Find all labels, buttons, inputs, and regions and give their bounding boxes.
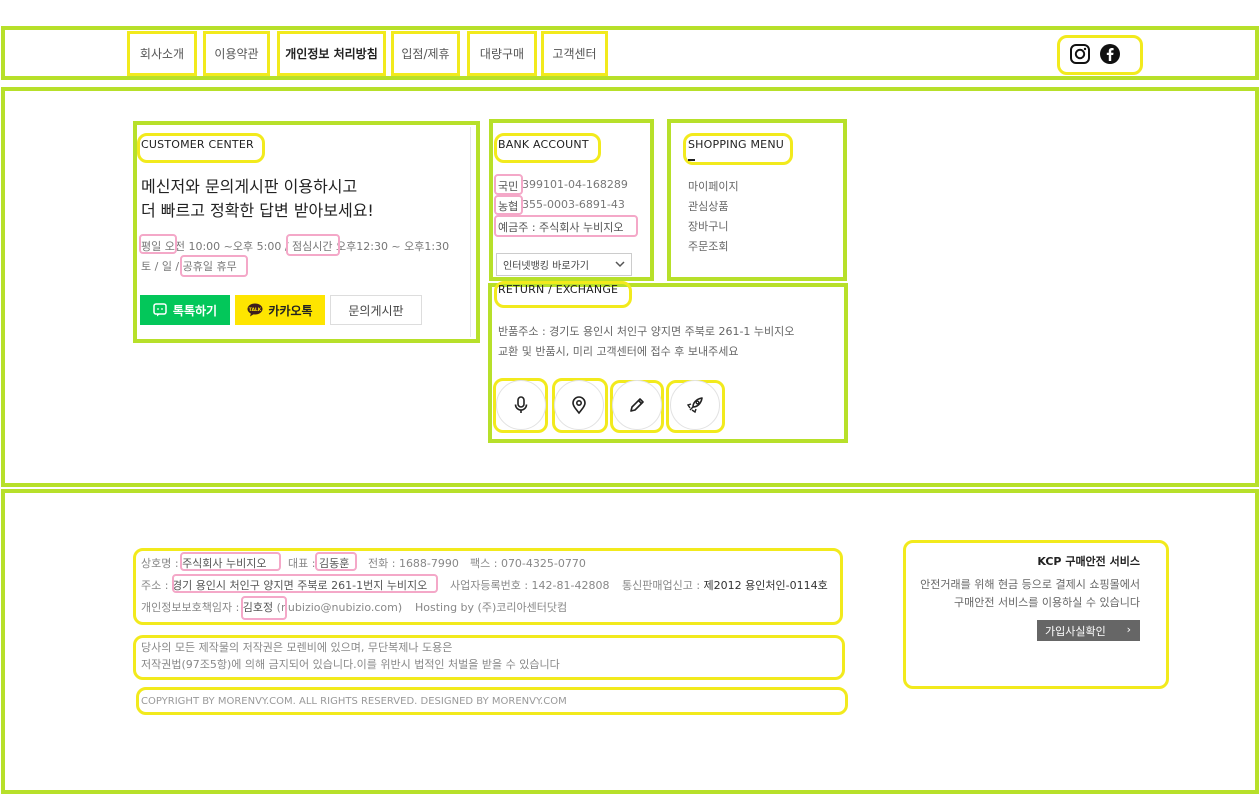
return-exchange-title: RETURN / EXCHANGE	[498, 283, 619, 296]
pencil-icon[interactable]	[612, 380, 662, 430]
internet-banking-select[interactable]: 인터넷뱅킹 바로가기	[496, 253, 632, 276]
divider	[470, 127, 471, 337]
lunch-highlight	[286, 234, 340, 256]
nav-highlight	[541, 31, 608, 76]
customer-center-title: CUSTOMER CENTER	[141, 138, 254, 151]
account-1-number: 399101-04-168289	[522, 178, 628, 191]
microphone-icon[interactable]	[496, 380, 546, 430]
privacy-label: 개인정보보호책임자 :	[141, 601, 240, 614]
nav-highlight	[277, 31, 386, 76]
talk-button-label: 톡톡하기	[172, 303, 218, 318]
privacy-highlight	[241, 596, 287, 620]
shopping-menu-title: SHOPPING MENU	[688, 138, 784, 151]
kakao-icon: TALK	[247, 303, 263, 317]
kcp-verify-button[interactable]: 가입사실확인 ›	[1037, 620, 1140, 641]
nav-highlight	[127, 31, 197, 76]
title-underline	[688, 159, 695, 161]
instagram-icon[interactable]	[1069, 43, 1091, 65]
address-label: 주소 :	[141, 579, 169, 592]
business-registration: 사업자등록번호 : 142-81-42808	[450, 579, 610, 592]
kcp-button-label: 가입사실확인	[1045, 624, 1106, 638]
copyright-notice-2: 저작권법(97조5항)에 의해 금지되어 있습니다.이를 위반시 법적인 처벌을…	[141, 658, 560, 671]
phone-number: 전화 : 1688-7990	[368, 557, 459, 570]
chevron-right-icon: ›	[1126, 623, 1131, 636]
svg-text:TALK: TALK	[249, 307, 262, 313]
account-2-number: 355-0003-6891-43	[522, 198, 625, 211]
menu-item-wishlist[interactable]: 관심상품	[688, 198, 728, 214]
hours-highlight	[139, 234, 177, 254]
chat-icon	[153, 303, 167, 317]
nav-highlight	[203, 31, 270, 76]
chevron-down-icon	[615, 259, 625, 272]
company-label: 상호명 :	[141, 557, 179, 570]
privacy-email: (nubizio@nubizio.com)	[276, 601, 403, 614]
return-notice: 교환 및 반품시, 미리 고객센터에 접수 후 보내주세요	[498, 345, 739, 358]
copyright-line: COPYRIGHT BY MORENVY.COM. ALL RIGHTS RES…	[141, 696, 567, 707]
bank-highlight	[494, 195, 523, 215]
kakaotalk-button[interactable]: TALK 카카오톡	[235, 295, 325, 325]
fax-number: 팩스 : 070-4325-0770	[470, 557, 586, 570]
copyright-notice-1: 당사의 모든 제작물의 저작권은 모렌비에 있으며, 무단복제나 도용은	[141, 641, 453, 654]
kcp-title: KCP 구매안전 서비스	[1037, 555, 1140, 568]
company-highlight	[180, 552, 281, 571]
holder-highlight	[494, 215, 638, 237]
kcp-description-2: 구매안전 서비스를 이용하실 수 있습니다	[953, 596, 1140, 609]
rocket-icon[interactable]	[670, 380, 720, 430]
holiday-highlight	[180, 255, 248, 277]
customer-center-headline-1: 메신저와 문의게시판 이용하시고	[141, 177, 358, 196]
bank-highlight	[494, 174, 523, 195]
menu-item-mypage[interactable]: 마이페이지	[688, 178, 739, 194]
kcp-description-1: 안전거래를 위해 현금 등으로 결제시 쇼핑몰에서	[920, 578, 1140, 591]
bank-account-title: BANK ACCOUNT	[498, 138, 589, 151]
nav-highlight	[467, 31, 537, 76]
facebook-icon[interactable]	[1099, 43, 1121, 65]
kakao-button-label: 카카오톡	[268, 303, 313, 318]
mail-order-number: 제2012 용인처인-0114호	[703, 579, 828, 592]
mail-order-label: 통신판매업신고 :	[622, 579, 701, 592]
mail-order-row: 통신판매업신고 : 제2012 용인처인-0114호	[622, 577, 828, 593]
ceo-highlight	[315, 552, 357, 571]
talk-button[interactable]: 톡톡하기	[140, 295, 230, 325]
return-address: 반품주소 : 경기도 용인시 처인구 양지면 주북로 261-1 누비지오	[498, 325, 795, 338]
select-value: 인터넷뱅킹 바로가기	[503, 261, 589, 272]
menu-item-order-lookup[interactable]: 주문조회	[688, 238, 728, 254]
board-button-label: 문의게시판	[348, 303, 404, 318]
ceo-label: 대표 :	[288, 557, 316, 570]
nav-highlight	[391, 31, 460, 76]
hosting-info: Hosting by (주)코리아센터닷컴	[415, 601, 568, 614]
menu-item-cart[interactable]: 장바구니	[688, 218, 728, 234]
address-highlight	[172, 574, 438, 593]
map-pin-icon[interactable]	[554, 380, 604, 430]
inquiry-board-button[interactable]: 문의게시판	[330, 295, 422, 325]
customer-center-headline-2: 더 빠르고 정확한 답변 받아보세요!	[141, 201, 374, 220]
